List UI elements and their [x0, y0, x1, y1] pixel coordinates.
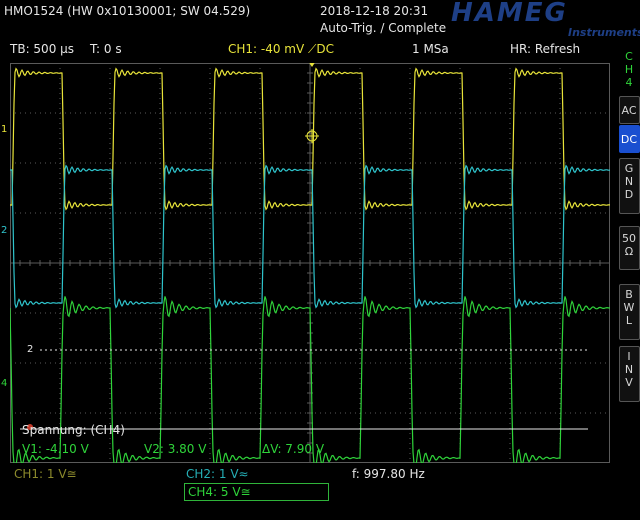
channel-label: CH4	[624, 50, 634, 89]
device-id: HMO1524 (HW 0x10130001; SW 04.529)	[4, 4, 251, 18]
ch2-marker[interactable]: 2	[1, 226, 7, 236]
cursor-v2: V2: 3.80 V	[144, 442, 207, 456]
frequency-readout: f: 997.80 Hz	[352, 467, 425, 481]
channel-softkey-bar: CH4 AC DC GND 50 Ω BWL INV	[618, 40, 640, 460]
ch4-marker[interactable]: 4	[1, 379, 7, 389]
scope-screen[interactable]	[10, 63, 610, 463]
bwl-label: BWL	[623, 288, 635, 327]
ref2-marker: 2	[27, 344, 34, 355]
dc-label: DC	[620, 133, 638, 146]
sample-rate-readout: 1 MSa	[412, 42, 449, 56]
50ohm-label: 50 Ω	[622, 232, 636, 258]
graticule-grid	[10, 63, 610, 463]
hr-mode-readout[interactable]: HR: Refresh	[510, 42, 580, 56]
brand-subtitle: Instruments	[568, 26, 640, 39]
datetime: 2018-12-18 20:31	[320, 4, 429, 18]
ac-label: AC	[621, 104, 637, 117]
timebase-readout[interactable]: TB: 500 µs	[10, 42, 74, 56]
trigger-status: Auto-Trig. / Complete	[320, 21, 447, 35]
gnd-label: GND	[624, 162, 634, 201]
ch4-scale-box[interactable]: CH4: 5 V≅	[184, 483, 329, 501]
trigger-level-readout[interactable]: CH1: -40 mV ⟋DC	[228, 42, 334, 56]
ch2-scale[interactable]: CH2: 1 V≈	[186, 467, 249, 481]
cursor-delta-v: ΔV: 7.90 V	[262, 442, 325, 456]
cursor-v1: V1: -4.10 V	[22, 442, 89, 456]
trigger-crosshair[interactable]	[305, 129, 319, 143]
inv-label: INV	[624, 350, 634, 389]
ch4-scale: CH4: 5 V≅	[188, 485, 251, 499]
ch1-scale[interactable]: CH1: 1 V≅	[14, 467, 77, 481]
time-offset-readout[interactable]: T: 0 s	[90, 42, 122, 56]
brand-logo: HAMEG	[451, 0, 568, 28]
ch1-marker[interactable]: 1	[1, 125, 7, 135]
cursor-measure-title[interactable]: Spannung: (CH4)	[22, 423, 125, 437]
